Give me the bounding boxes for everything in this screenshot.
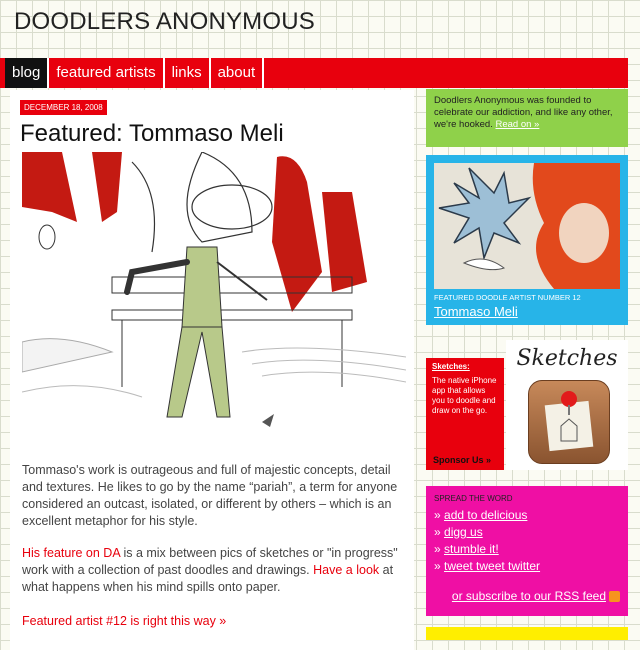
- pushpin-icon: [544, 391, 594, 452]
- share-links: » add to delicious » digg us » stumble i…: [434, 507, 620, 575]
- sketches-promo: Sketches: The native iPhone app that all…: [426, 358, 504, 470]
- featured-artist-link[interactable]: Featured artist #12 is right this way »: [22, 614, 226, 628]
- nav-links[interactable]: links: [165, 58, 211, 88]
- post-paragraph-2: His feature on DA is a mix between pics …: [22, 545, 407, 596]
- spread-the-word-label: SPREAD THE WORD: [434, 494, 513, 503]
- rss-feed-link[interactable]: or subscribe to our RSS feed: [452, 589, 606, 603]
- post-paragraph-1: Tommaso's work is outrageous and full of…: [22, 463, 398, 528]
- sketches-heading[interactable]: Sketches:: [432, 362, 498, 372]
- doodle-illustration: [22, 152, 406, 427]
- share-box: SPREAD THE WORD » add to delicious » dig…: [426, 486, 628, 616]
- featured-artist-name-link[interactable]: Tommaso Meli: [434, 304, 620, 319]
- share-item: » tweet tweet twitter: [434, 559, 541, 573]
- share-item: » add to delicious: [434, 508, 528, 522]
- digg-us-link[interactable]: digg us: [444, 525, 483, 539]
- featured-artwork: [434, 163, 620, 289]
- post-date: DECEMBER 18, 2008: [20, 100, 107, 115]
- main-nav: blog featured artists links about: [0, 58, 628, 88]
- site-title[interactable]: DOODLERS ANONYMOUS: [14, 8, 315, 36]
- add-to-delicious-link[interactable]: add to delicious: [444, 508, 527, 522]
- read-on-link[interactable]: Read on »: [496, 119, 540, 130]
- share-item: » stumble it!: [434, 542, 499, 556]
- have-a-look-link[interactable]: Have a look: [313, 563, 379, 577]
- stumble-it-link[interactable]: stumble it!: [444, 542, 499, 556]
- sketches-app-icon: [528, 380, 610, 464]
- about-box: Doodlers Anonymous was founded to celebr…: [426, 89, 628, 147]
- rss-icon[interactable]: [609, 591, 620, 603]
- sketches-description: The native iPhone app that allows you to…: [432, 376, 497, 415]
- featured-artist-box: FEATURED DOODLE ARTIST NUMBER 12 Tommaso…: [426, 155, 628, 325]
- post-paragraph-3: Featured artist #12 is right this way »: [22, 613, 407, 630]
- his-feature-link[interactable]: His feature on DA: [22, 546, 120, 560]
- bottom-yellow-box: [426, 627, 628, 640]
- nav-about[interactable]: about: [211, 58, 265, 88]
- twitter-link[interactable]: tweet tweet twitter: [444, 559, 540, 573]
- featured-label: FEATURED DOODLE ARTIST NUMBER 12: [434, 293, 581, 302]
- post-content: DECEMBER 18, 2008 Featured: Tommaso Meli: [10, 90, 414, 650]
- featured-illustration[interactable]: [22, 152, 406, 442]
- nav-featured-artists[interactable]: featured artists: [49, 58, 165, 88]
- sponsor-link[interactable]: Sponsor Us »: [433, 455, 491, 465]
- sketches-app-title: Sketches: [516, 346, 618, 371]
- post-title[interactable]: Featured: Tommaso Meli: [20, 120, 284, 148]
- sketches-app-box[interactable]: Sketches: [506, 340, 628, 470]
- share-item: » digg us: [434, 525, 483, 539]
- rss-subscribe: or subscribe to our RSS feed: [434, 589, 620, 603]
- featured-artist-image[interactable]: [434, 163, 620, 289]
- nav-blog[interactable]: blog: [5, 58, 50, 88]
